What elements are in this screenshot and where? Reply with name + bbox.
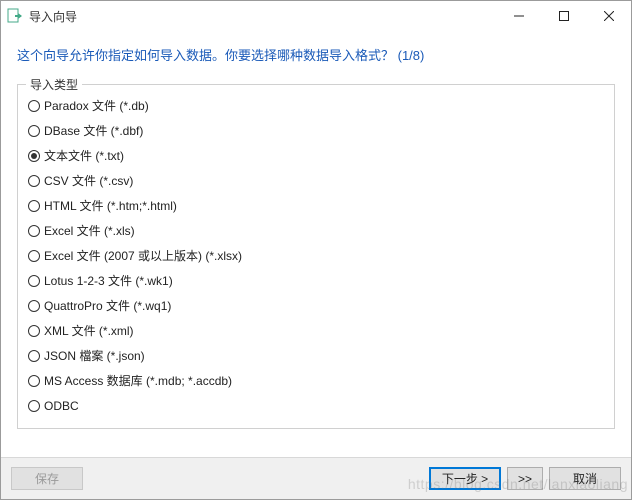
radio-icon xyxy=(28,375,40,387)
radio-icon xyxy=(28,400,40,412)
radio-label: Excel 文件 (2007 或以上版本) (*.xlsx) xyxy=(44,247,242,264)
minimize-button[interactable] xyxy=(496,1,541,31)
footer: 保存 下一步 > >> 取消 xyxy=(1,457,631,499)
radio-option[interactable]: Lotus 1-2-3 文件 (*.wk1) xyxy=(28,268,604,293)
radio-label: HTML 文件 (*.htm;*.html) xyxy=(44,197,177,214)
radio-label: XML 文件 (*.xml) xyxy=(44,322,134,339)
radio-icon xyxy=(28,175,40,187)
next-button[interactable]: 下一步 > xyxy=(429,467,501,490)
radio-icon xyxy=(28,225,40,237)
radio-label: 文本文件 (*.txt) xyxy=(44,147,124,164)
radio-option[interactable]: Excel 文件 (2007 或以上版本) (*.xlsx) xyxy=(28,243,604,268)
radio-icon xyxy=(28,125,40,137)
radio-option[interactable]: QuattroPro 文件 (*.wq1) xyxy=(28,293,604,318)
radio-option[interactable]: HTML 文件 (*.htm;*.html) xyxy=(28,193,604,218)
radio-label: CSV 文件 (*.csv) xyxy=(44,172,133,189)
radio-icon xyxy=(28,250,40,262)
radio-list: Paradox 文件 (*.db) DBase 文件 (*.dbf) 文本文件 (*… xyxy=(28,93,604,418)
radio-label: QuattroPro 文件 (*.wq1) xyxy=(44,297,171,314)
radio-label: MS Access 数据库 (*.mdb; *.accdb) xyxy=(44,372,232,389)
radio-option[interactable]: DBase 文件 (*.dbf) xyxy=(28,118,604,143)
cancel-button[interactable]: 取消 xyxy=(549,467,621,490)
radio-icon xyxy=(28,350,40,362)
radio-label: Lotus 1-2-3 文件 (*.wk1) xyxy=(44,272,173,289)
import-wizard-window: 导入向导 这个向导允许你指定如何导入数据。你要选择哪种数据导入格式？ (1/8)… xyxy=(0,0,632,500)
group-legend: 导入类型 xyxy=(26,76,82,93)
titlebar: 导入向导 xyxy=(1,1,631,31)
radio-option[interactable]: Paradox 文件 (*.db) xyxy=(28,93,604,118)
radio-icon xyxy=(28,300,40,312)
radio-option[interactable]: MS Access 数据库 (*.mdb; *.accdb) xyxy=(28,368,604,393)
radio-icon xyxy=(28,150,40,162)
close-button[interactable] xyxy=(586,1,631,31)
window-buttons xyxy=(496,1,631,31)
content-area: 导入类型 Paradox 文件 (*.db) DBase 文件 (*.dbf) 文本… xyxy=(1,72,631,457)
maximize-button[interactable] xyxy=(541,1,586,31)
radio-label: JSON 檔案 (*.json) xyxy=(44,347,145,364)
radio-label: DBase 文件 (*.dbf) xyxy=(44,122,143,139)
window-title: 导入向导 xyxy=(29,8,77,25)
radio-option[interactable]: XML 文件 (*.xml) xyxy=(28,318,604,343)
radio-icon xyxy=(28,275,40,287)
radio-icon xyxy=(28,100,40,112)
radio-option[interactable]: Excel 文件 (*.xls) xyxy=(28,218,604,243)
radio-option[interactable]: 文本文件 (*.txt) xyxy=(28,143,604,168)
radio-icon xyxy=(28,325,40,337)
save-button[interactable]: 保存 xyxy=(11,467,83,490)
import-type-group: 导入类型 Paradox 文件 (*.db)DBase 文件 (*.dbf)文本… xyxy=(17,84,615,429)
radio-label: Excel 文件 (*.xls) xyxy=(44,222,135,239)
radio-label: Paradox 文件 (*.db) xyxy=(44,97,149,114)
radio-option[interactable]: CSV 文件 (*.csv) xyxy=(28,168,604,193)
radio-option[interactable]: ODBC xyxy=(28,393,604,418)
radio-icon xyxy=(28,200,40,212)
radio-option[interactable]: JSON 檔案 (*.json) xyxy=(28,343,604,368)
instruction-text: 这个向导允许你指定如何导入数据。你要选择哪种数据导入格式？ (1/8) xyxy=(1,31,631,72)
skip-button[interactable]: >> xyxy=(507,467,543,490)
app-icon xyxy=(7,8,23,24)
radio-label: ODBC xyxy=(44,399,79,413)
